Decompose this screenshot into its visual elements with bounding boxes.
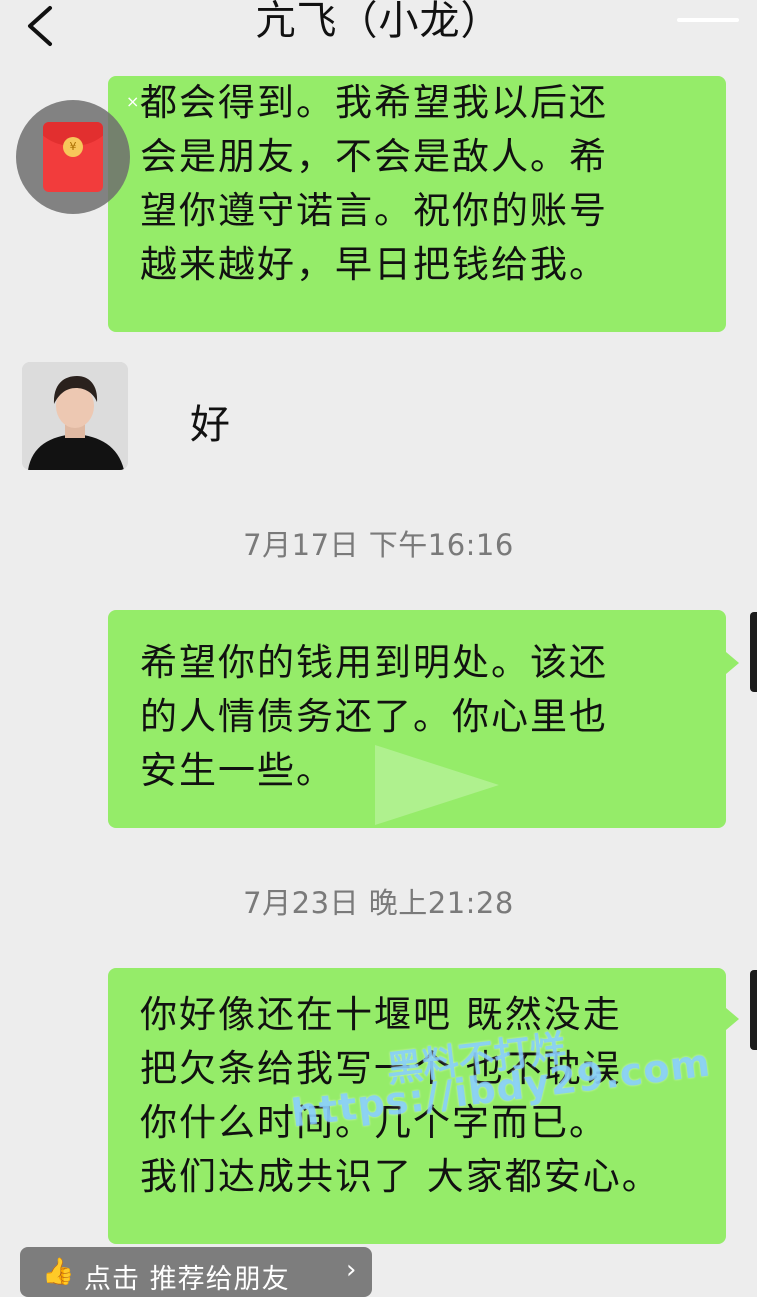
chat-header: 亢飞（小龙） [0,0,757,54]
own-avatar-edge[interactable] [750,612,757,692]
message-text: 都会得到。我希望我以后还 会是朋友，不会是敌人。希 望你遵守诺言。祝你的账号 越… [140,81,608,286]
chat-title: 亢飞（小龙） [255,0,502,44]
chevron-right-icon: › [346,1255,357,1285]
person-avatar-icon [22,362,128,470]
avatar[interactable] [22,362,128,470]
more-icon[interactable] [677,10,739,30]
red-envelope-float[interactable]: ¥ [16,100,130,214]
recommend-button[interactable]: 👍 点击 推荐给朋友 › [20,1247,372,1297]
message-bubble-sent[interactable]: 都会得到。我希望我以后还 会是朋友，不会是敌人。希 望你遵守诺言。祝你的账号 越… [108,76,726,332]
bubble-tail [726,652,739,674]
red-envelope-icon: ¥ [43,122,103,192]
timestamp: 7月17日 下午16:16 [243,528,514,562]
recommend-label: 点击 推荐给朋友 [84,1264,290,1295]
thumbs-up-icon: 👍 [42,1257,75,1287]
coin-icon: ¥ [63,137,83,157]
message-text-received: 好 [190,402,230,448]
bubble-tail [726,1008,739,1030]
play-icon [375,745,499,825]
timestamp: 7月23日 晚上21:28 [243,886,514,920]
own-avatar-edge[interactable] [750,970,757,1050]
close-icon[interactable]: × [126,92,139,111]
